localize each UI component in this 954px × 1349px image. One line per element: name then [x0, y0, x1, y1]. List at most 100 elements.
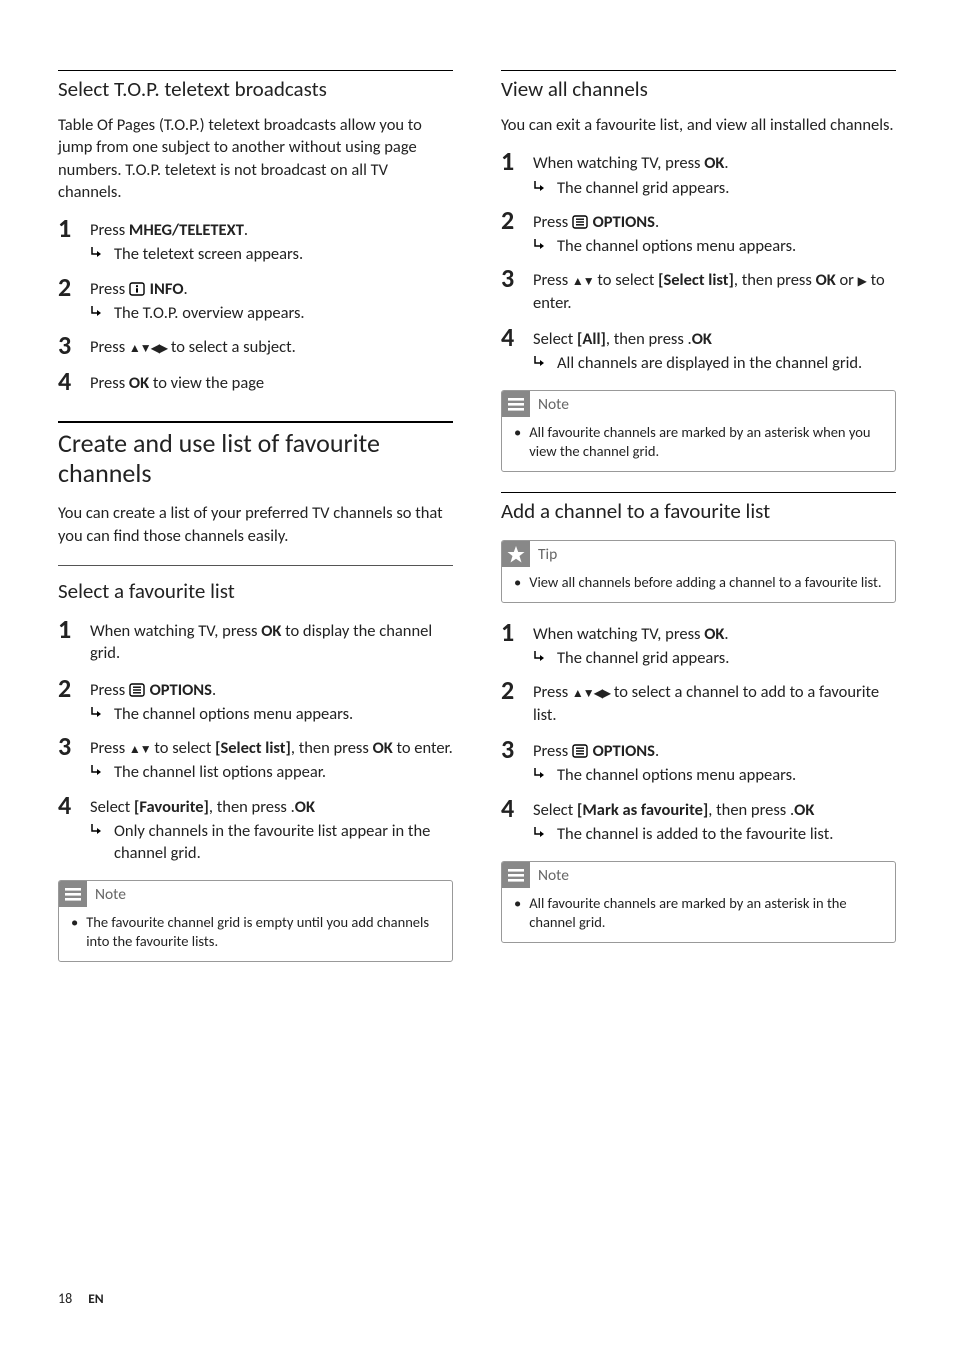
step-text: Press ▲▼ to select [Select list], then p…	[90, 737, 453, 759]
step-item: 2Press OPTIONS.The channel options menu …	[501, 207, 896, 258]
step-number: 1	[58, 215, 90, 241]
step-result: The channel grid appears.	[557, 647, 896, 669]
step-text: Select [Mark as favourite], then press .…	[533, 799, 896, 821]
steps-select-favlist: 1When watching TV, press OK to display t…	[58, 616, 453, 864]
step-item: 1When watching TV, press OK. The channel …	[501, 148, 896, 199]
step-number: 2	[58, 675, 90, 701]
tip-label: Tip	[538, 545, 557, 564]
right-column: View all channels You can exit a favouri…	[501, 70, 896, 978]
step-number: 1	[58, 616, 90, 642]
step-item: 2Press INFO.The T.O.P. overview appears.	[58, 274, 453, 325]
result-arrow-icon	[90, 823, 104, 836]
step-text: Press OPTIONS.	[533, 740, 896, 762]
result-arrow-icon	[533, 826, 547, 839]
steps-add-channel: 1When watching TV, press OK.The channel …	[501, 619, 896, 845]
step-text: Select [Favourite], then press .OK	[90, 796, 453, 818]
arrow-keys-icon: ▲▼◀▶	[572, 687, 610, 701]
step-text: Select [All], then press .OK	[533, 328, 896, 350]
step-number: 1	[501, 148, 533, 174]
step-number: 2	[58, 274, 90, 300]
options-icon	[572, 744, 588, 758]
step-item: 1Press MHEG/TELETEXT.The teletext screen…	[58, 215, 453, 266]
tip-text: View all channels before adding a channe…	[529, 573, 881, 592]
tip-box: Tip •View all channels before adding a c…	[501, 540, 896, 603]
step-text: When watching TV, press OK to display th…	[90, 620, 453, 665]
step-result: The channel list options appear.	[114, 761, 453, 783]
heading-select-favlist: Select a favourite list	[58, 578, 453, 604]
note-label: Note	[95, 885, 126, 904]
step-item: 2Press ▲▼◀▶ to select a channel to add t…	[501, 677, 896, 728]
note-box-right-2: Note •All favourite channels are marked …	[501, 861, 896, 943]
info-icon	[129, 282, 145, 296]
heading-add-channel: Add a channel to a favourite list	[501, 492, 896, 524]
step-result: The teletext screen appears.	[114, 243, 453, 265]
step-item: 3Press ▲▼◀▶ to select a subject.	[58, 332, 453, 360]
step-result: The channel options menu appears.	[557, 764, 896, 786]
step-result: The channel options menu appears.	[114, 703, 453, 725]
arrow-right-icon: ▶	[858, 275, 867, 289]
steps-top-teletext: 1Press MHEG/TELETEXT.The teletext screen…	[58, 215, 453, 397]
step-text: Press ▲▼◀▶ to select a channel to add to…	[533, 681, 896, 726]
result-arrow-icon	[533, 238, 547, 251]
step-number: 4	[58, 792, 90, 818]
intro-top-teletext: Table Of Pages (T.O.P.) teletext broadca…	[58, 114, 453, 203]
note-box-left: Note •The favourite channel grid is empt…	[58, 880, 453, 962]
step-result: All channels are displayed in the channe…	[557, 352, 896, 374]
step-text: Press INFO.	[90, 278, 453, 300]
step-text: Press OK to view the page	[90, 372, 453, 394]
options-icon	[129, 683, 145, 697]
step-item: 4Press OK to view the page	[58, 368, 453, 396]
heading-view-all: View all channels	[501, 70, 896, 102]
step-number: 3	[501, 736, 533, 762]
step-item: 4Select [All], then press .OKAll channel…	[501, 324, 896, 375]
step-result: The channel is added to the favourite li…	[557, 823, 896, 845]
step-result: The channel grid appears.	[557, 177, 896, 199]
step-number: 3	[501, 265, 533, 291]
note-icon	[502, 862, 530, 888]
step-item: 4Select [Favourite], then press .OKOnly …	[58, 792, 453, 865]
step-item: 1When watching TV, press OK to display t…	[58, 616, 453, 667]
arrow-keys-icon: ▲▼	[129, 743, 151, 757]
step-item: 3Press ▲▼ to select [Select list], then …	[501, 265, 896, 316]
page-lang: EN	[88, 1290, 103, 1307]
step-text: When watching TV, press OK.	[533, 152, 896, 174]
step-result: The T.O.P. overview appears.	[114, 302, 453, 324]
heading-favourite-channels: Create and use list of favourite channel…	[58, 421, 453, 489]
step-text: Press ▲▼ to select [Select list], then p…	[533, 269, 896, 314]
note-label: Note	[538, 866, 569, 885]
step-text: Press OPTIONS.	[90, 679, 453, 701]
arrow-keys-icon: ▲▼	[572, 275, 594, 289]
left-column: Select T.O.P. teletext broadcasts Table …	[58, 70, 453, 978]
step-number: 4	[501, 324, 533, 350]
steps-view-all: 1When watching TV, press OK. The channel …	[501, 148, 896, 374]
step-number: 4	[58, 368, 90, 394]
result-arrow-icon	[90, 305, 104, 318]
step-number: 4	[501, 795, 533, 821]
step-text: Press ▲▼◀▶ to select a subject.	[90, 336, 453, 358]
step-text: When watching TV, press OK.	[533, 623, 896, 645]
step-number: 2	[501, 677, 533, 703]
step-number: 1	[501, 619, 533, 645]
step-result: Only channels in the favourite list appe…	[114, 820, 453, 865]
arrow-keys-icon: ▲▼◀▶	[129, 342, 167, 356]
step-number: 3	[58, 332, 90, 358]
note-icon	[502, 391, 530, 417]
note-label: Note	[538, 395, 569, 414]
step-number: 2	[501, 207, 533, 233]
step-text: Press OPTIONS.	[533, 211, 896, 233]
result-arrow-icon	[533, 650, 547, 663]
result-arrow-icon	[533, 767, 547, 780]
step-item: 4Select [Mark as favourite], then press …	[501, 795, 896, 846]
step-item: 2Press OPTIONS.The channel options menu …	[58, 675, 453, 726]
step-number: 3	[58, 733, 90, 759]
result-arrow-icon	[533, 180, 547, 193]
result-arrow-icon	[90, 246, 104, 259]
note-text: All favourite channels are marked by an …	[529, 894, 885, 932]
note-box-right-1: Note •All favourite channels are marked …	[501, 390, 896, 472]
options-icon	[572, 215, 588, 229]
note-icon	[59, 881, 87, 907]
result-arrow-icon	[90, 764, 104, 777]
page-number: 18	[58, 1290, 72, 1307]
intro-view-all: You can exit a favourite list, and view …	[501, 114, 896, 136]
intro-favourite: You can create a list of your preferred …	[58, 502, 453, 547]
